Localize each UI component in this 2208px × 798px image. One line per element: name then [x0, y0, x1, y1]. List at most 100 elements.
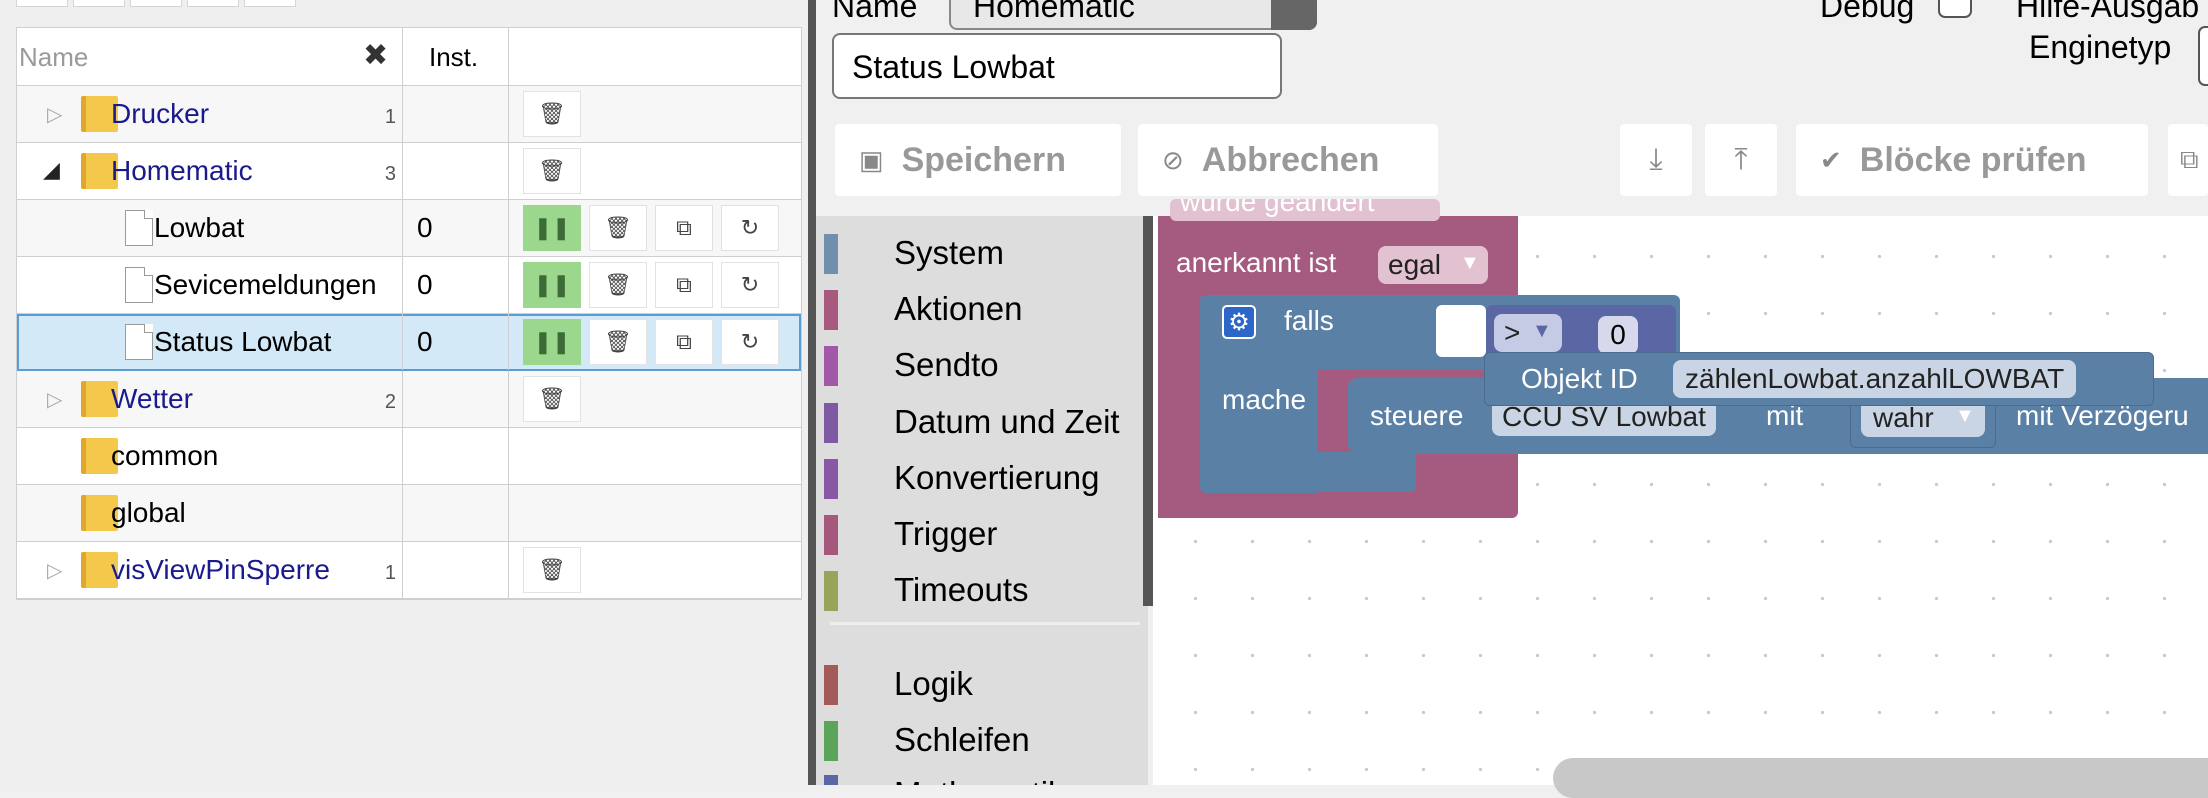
- toolbar-button[interactable]: [73, 0, 125, 7]
- toolbox-category[interactable]: Konvertierung: [824, 457, 1144, 499]
- category-label: Timeouts: [894, 571, 1029, 608]
- item-count: 1: [384, 106, 396, 128]
- toolbox-category[interactable]: Trigger: [824, 513, 1144, 555]
- copy-icon[interactable]: ⧉: [655, 319, 713, 365]
- expand-icon[interactable]: ▷: [47, 387, 62, 412]
- delete-icon[interactable]: 🗑: [589, 205, 647, 251]
- tree-row-global[interactable]: global: [17, 485, 801, 542]
- debug-label: Debug: [1820, 0, 1915, 24]
- clear-filter-icon[interactable]: ✖: [363, 38, 388, 73]
- tree-row-status-lowbat[interactable]: Status Lowbat 0 ❚❚ 🗑 ⧉ ↻: [17, 314, 801, 371]
- script-tree-panel: Name ✖ Inst. ▷ Drucker 1 🗑 ◢ Homematic 3…: [0, 0, 808, 785]
- delete-icon[interactable]: 🗑: [523, 376, 581, 422]
- delete-icon[interactable]: 🗑: [523, 148, 581, 194]
- tree-row-homematic[interactable]: ◢ Homematic 3 🗑: [17, 143, 801, 200]
- folder-select-value: Homematic: [973, 0, 1135, 24]
- tree-row-common[interactable]: common: [17, 428, 801, 485]
- workspace-scrollbar[interactable]: [1553, 758, 2208, 798]
- restart-icon[interactable]: ↻: [721, 205, 779, 251]
- condition-socket[interactable]: [1436, 305, 1486, 357]
- object-id-block[interactable]: Objekt ID zählenLowbat.anzahlLOWBAT: [1484, 352, 2154, 406]
- restart-icon[interactable]: ↻: [721, 319, 779, 365]
- folder-label[interactable]: visViewPinSperre: [111, 554, 330, 586]
- upload-icon: ⤒: [1734, 143, 1748, 176]
- toolbox-category[interactable]: Schleifen: [824, 719, 1144, 761]
- tree-row-sevicemeldungen[interactable]: Sevicemeldungen 0 ❚❚ 🗑 ⧉ ↻: [17, 257, 801, 314]
- if-label: falls: [1284, 305, 1334, 336]
- engine-type-label: Enginetyp: [2029, 29, 2172, 65]
- restart-icon[interactable]: ↻: [721, 262, 779, 308]
- actions-column-header: [509, 28, 801, 85]
- inst-header-label: Inst.: [429, 42, 479, 72]
- script-name-input[interactable]: Status Lowbat: [832, 33, 1282, 99]
- delete-icon[interactable]: 🗑: [523, 547, 581, 593]
- chevron-down-icon: ▼: [1955, 405, 1975, 427]
- table-header: Name ✖ Inst.: [17, 28, 801, 86]
- script-file-icon: [125, 210, 153, 246]
- copy-icon[interactable]: ⧉: [655, 262, 713, 308]
- expand-icon[interactable]: ▷: [47, 558, 62, 583]
- category-color-swatch: [824, 515, 838, 555]
- toolbox-category[interactable]: Logik: [824, 663, 1144, 705]
- toolbar-button[interactable]: [187, 0, 239, 7]
- debug-checkbox[interactable]: [1938, 0, 1972, 18]
- trigger-block-edge: [1158, 216, 1172, 518]
- toolbox-category[interactable]: Timeouts: [824, 569, 1144, 611]
- instance-value: 0: [417, 212, 433, 243]
- name-label: Name: [832, 0, 918, 24]
- object-id-value[interactable]: zählenLowbat.anzahlLOWBAT: [1673, 360, 2077, 398]
- category-color-swatch: [824, 346, 838, 386]
- folder-label[interactable]: Wetter: [111, 383, 193, 415]
- toolbox-category[interactable]: Datum und Zeit: [824, 401, 1144, 443]
- import-button[interactable]: ⤒: [1705, 124, 1777, 196]
- cancel-button[interactable]: ⊘ Abbrechen: [1138, 124, 1438, 196]
- chevron-down-icon[interactable]: [1271, 0, 1317, 30]
- toolbar-button[interactable]: [16, 0, 68, 7]
- folder-label[interactable]: global: [111, 497, 186, 529]
- tree-row-drucker[interactable]: ▷ Drucker 1 🗑: [17, 86, 801, 143]
- gear-icon[interactable]: ⚙: [1222, 305, 1256, 339]
- check-blocks-button[interactable]: ✔ Blöcke prüfen: [1796, 124, 2148, 196]
- expand-icon[interactable]: ▷: [47, 102, 62, 127]
- save-button[interactable]: ▣ Speichern: [835, 124, 1121, 196]
- tree-row-wetter[interactable]: ▷ Wetter 2 🗑: [17, 371, 801, 428]
- engine-type-select[interactable]: [2198, 26, 2208, 86]
- category-label: Logik: [894, 665, 973, 702]
- folder-label[interactable]: Homematic: [111, 155, 253, 187]
- name-filter[interactable]: Name ✖: [17, 28, 403, 85]
- toolbox-category[interactable]: Sendto: [824, 344, 1144, 386]
- pause-icon[interactable]: ❚❚: [523, 262, 581, 308]
- ack-dropdown[interactable]: egal ▼: [1378, 246, 1488, 284]
- category-color-swatch: [824, 290, 838, 330]
- script-label[interactable]: Status Lowbat: [154, 326, 331, 358]
- name-filter-placeholder[interactable]: Name: [19, 42, 88, 73]
- operator-dropdown[interactable]: > ▼: [1494, 314, 1562, 352]
- delete-icon[interactable]: 🗑: [589, 319, 647, 365]
- export-button[interactable]: ⤓: [1620, 124, 1692, 196]
- delete-icon[interactable]: 🗑: [523, 91, 581, 137]
- panel-splitter[interactable]: [808, 0, 816, 785]
- toolbar-button[interactable]: [244, 0, 296, 7]
- toolbox-categories: System Aktionen Sendto Datum und Zeit Konver…: [816, 216, 1146, 785]
- pause-icon[interactable]: ❚❚: [523, 205, 581, 251]
- folder-select[interactable]: Homematic: [949, 0, 1317, 30]
- script-label[interactable]: Lowbat: [154, 212, 244, 244]
- script-name-value: Status Lowbat: [852, 49, 1055, 85]
- toolbar-extra-button[interactable]: ⧉: [2168, 124, 2208, 196]
- pause-icon[interactable]: ❚❚: [523, 319, 581, 365]
- category-label: Trigger: [894, 515, 998, 552]
- toolbox-category[interactable]: Aktionen: [824, 288, 1144, 330]
- delete-icon[interactable]: 🗑: [589, 262, 647, 308]
- script-label[interactable]: Sevicemeldungen: [154, 269, 377, 301]
- copy-icon[interactable]: ⧉: [655, 205, 713, 251]
- toolbar-button[interactable]: [130, 0, 182, 7]
- folder-label[interactable]: Drucker: [111, 98, 209, 130]
- collapse-icon[interactable]: ◢: [43, 157, 60, 183]
- folder-label[interactable]: common: [111, 440, 218, 472]
- category-label: System: [894, 234, 1005, 271]
- tree-row-visviewpinsperre[interactable]: ▷ visViewPinSperre 1 🗑: [17, 542, 801, 599]
- trigger-event-field[interactable]: wurde geändert: [1170, 199, 1440, 221]
- toolbox-category[interactable]: System: [824, 232, 1144, 274]
- toolbox-category[interactable]: Mathematik: [824, 773, 1144, 785]
- tree-row-lowbat[interactable]: Lowbat 0 ❚❚ 🗑 ⧉ ↻: [17, 200, 801, 257]
